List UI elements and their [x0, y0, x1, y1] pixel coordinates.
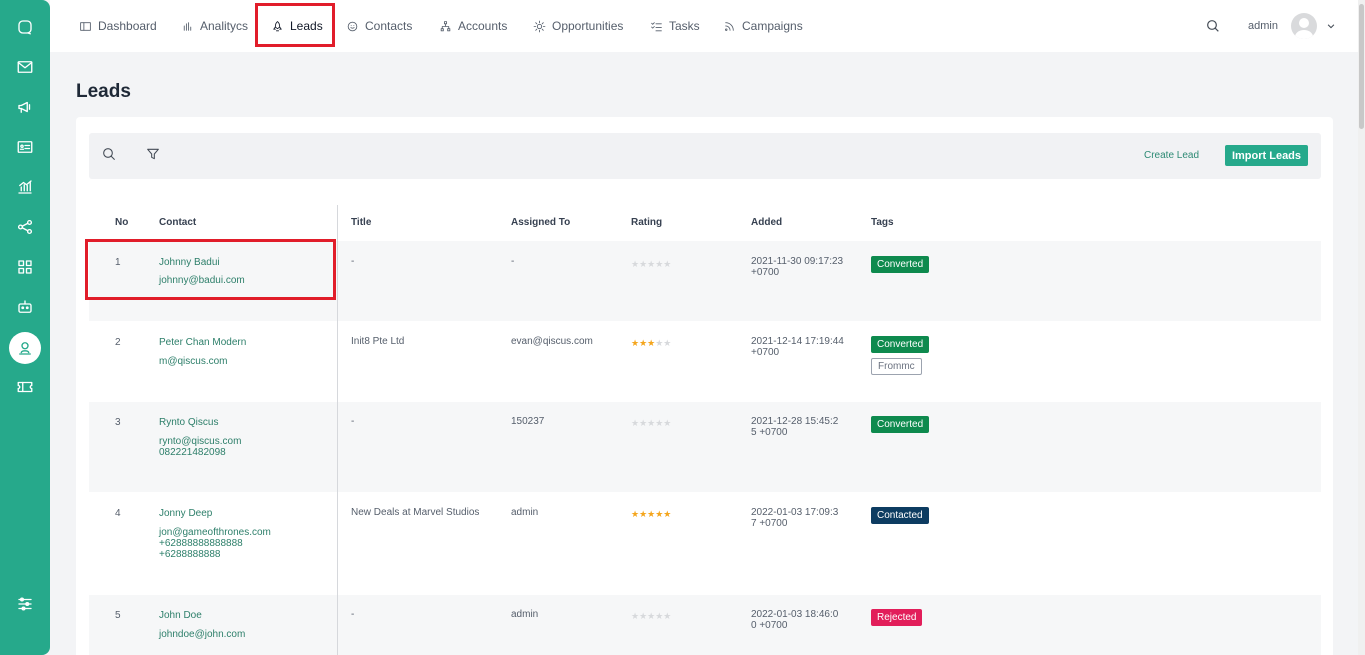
import-leads-button[interactable]: Import Leads — [1225, 145, 1308, 166]
rating-stars[interactable]: ★★★★★ — [631, 259, 671, 270]
rating-stars[interactable]: ★★★★★ — [631, 509, 671, 520]
user-circle-icon[interactable] — [9, 332, 41, 364]
user-name: admin — [1248, 20, 1278, 32]
added-time: 0 +0700 — [751, 620, 788, 631]
leads-nav-highlight — [255, 3, 335, 47]
settings-sliders-icon[interactable] — [9, 588, 41, 620]
rating-stars[interactable]: ★★★★★ — [631, 418, 671, 429]
search-button[interactable] — [1205, 0, 1221, 52]
share-nodes-icon[interactable] — [9, 211, 41, 243]
contact-name[interactable]: John Doe — [159, 610, 202, 621]
robot-icon[interactable] — [9, 291, 41, 323]
header-contact: Contact — [159, 217, 197, 228]
create-lead-link[interactable]: Create Lead — [1144, 150, 1199, 161]
assigned-to: evan@qiscus.com — [511, 336, 593, 347]
row-number: 3 — [115, 417, 121, 428]
header-tags: Tags — [871, 217, 894, 228]
table-row[interactable] — [89, 322, 1321, 401]
header-rating: Rating — [631, 217, 663, 228]
nav-campaigns[interactable]: Campaigns — [723, 0, 803, 52]
ticket-icon[interactable] — [9, 371, 41, 403]
lead-title: - — [351, 416, 355, 427]
megaphone-icon[interactable] — [9, 91, 41, 123]
row-number: 5 — [115, 610, 121, 621]
chat-icon[interactable] — [9, 11, 41, 43]
added-time: 7 +0700 — [751, 518, 788, 529]
header-added: Added — [751, 217, 783, 228]
added-date: 2021-11-30 09:17:23 — [751, 256, 844, 267]
rss-icon — [725, 21, 734, 31]
nav-dashboard[interactable]: Dashboard — [79, 0, 157, 52]
page-title: Leads — [76, 81, 131, 102]
search-icon — [1207, 20, 1219, 32]
added-date: 2022-01-03 17:09:3 — [751, 507, 839, 518]
table-row[interactable] — [89, 402, 1321, 492]
table-toolbar — [89, 133, 1321, 179]
avatar — [1290, 13, 1317, 39]
status-badge: Converted — [871, 256, 930, 273]
status-badge: Contacted — [871, 507, 929, 524]
contact-email[interactable]: jon@gameofthrones.com — [159, 527, 271, 538]
search-icon[interactable] — [101, 146, 117, 162]
page-scrollbar[interactable] — [1358, 0, 1365, 655]
analytics-icon[interactable] — [9, 171, 41, 203]
rating-stars[interactable]: ★★★★★ — [631, 611, 671, 622]
lead-title: - — [351, 609, 355, 620]
layout-icon — [80, 21, 91, 31]
row-highlight — [85, 239, 336, 300]
filter-icon[interactable] — [145, 146, 161, 162]
added-time: +0700 — [751, 347, 780, 358]
status-badge: Rejected — [871, 609, 923, 626]
nav-accounts[interactable]: Accounts — [439, 0, 507, 52]
row-number: 2 — [115, 337, 121, 348]
header-title: Title — [351, 217, 372, 228]
checklist-icon — [651, 21, 662, 31]
bar-chart-icon — [183, 21, 192, 31]
table-row[interactable] — [89, 595, 1321, 655]
tag-badge: Frommc — [871, 358, 922, 375]
row-number: 4 — [115, 508, 121, 519]
chevron-down-icon — [1327, 24, 1335, 29]
mail-icon[interactable] — [9, 51, 41, 83]
column-divider — [337, 205, 338, 655]
added-date: 2021-12-28 15:45:2 — [751, 416, 839, 427]
added-date: 2022-01-03 18:46:0 — [751, 609, 839, 620]
nav-analytics[interactable]: Analitycs — [181, 0, 248, 52]
contact-name[interactable]: Rynto Qiscus — [159, 417, 218, 428]
smiley-icon — [347, 21, 358, 31]
contact-email[interactable]: m@qiscus.com — [159, 356, 228, 367]
nav-contacts[interactable]: Contacts — [346, 0, 412, 52]
nav-opportunities[interactable]: Opportunities — [533, 0, 623, 52]
lead-title: - — [351, 256, 355, 267]
nav-tasks[interactable]: Tasks — [650, 0, 700, 52]
org-chart-icon — [440, 20, 451, 31]
rating-stars[interactable]: ★★★★★ — [631, 338, 671, 349]
contact-phone[interactable]: +62888888888888 — [159, 538, 243, 549]
sidebar — [0, 0, 50, 655]
contact-email[interactable]: johndoe@john.com — [159, 629, 245, 640]
contact-card-icon[interactable] — [9, 131, 41, 163]
added-date: 2021-12-14 17:19:44 — [751, 336, 844, 347]
lead-title: New Deals at Marvel Studios — [351, 507, 480, 518]
added-time: 5 +0700 — [751, 427, 788, 438]
user-menu[interactable]: admin — [1248, 0, 1336, 52]
header-assigned: Assigned To — [511, 217, 571, 228]
assigned-to: admin — [511, 609, 539, 620]
contact-phone[interactable]: +6288888888 — [159, 549, 220, 560]
contact-name[interactable]: Peter Chan Modern — [159, 337, 246, 348]
assigned-to: 150237 — [511, 416, 545, 427]
status-badge: Converted — [871, 416, 930, 433]
contact-name[interactable]: Jonny Deep — [159, 508, 212, 519]
header-no: No — [115, 217, 129, 228]
added-time: +0700 — [751, 267, 780, 278]
table-row[interactable] — [89, 493, 1321, 594]
contact-phone[interactable]: 082221482098 — [159, 447, 226, 458]
assigned-to: admin — [511, 507, 539, 518]
grid-icon[interactable] — [9, 251, 41, 283]
assigned-to: - — [511, 256, 515, 267]
lead-title: Init8 Pte Ltd — [351, 336, 405, 347]
sun-icon — [533, 20, 546, 32]
contact-email[interactable]: rynto@qiscus.com — [159, 436, 241, 447]
status-badge: Converted — [871, 336, 930, 353]
